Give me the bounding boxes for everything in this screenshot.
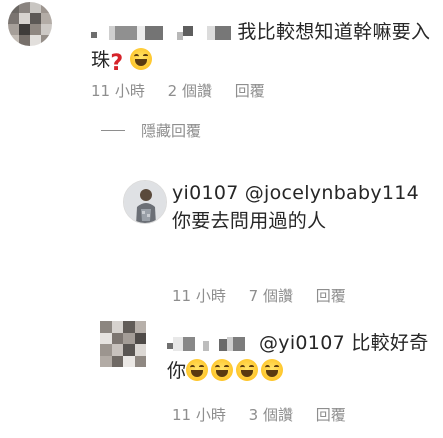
reply-username[interactable]: yi0107 xyxy=(172,182,239,204)
mention-link[interactable]: @yi0107 xyxy=(259,332,345,354)
laughing-emoji-icon xyxy=(130,48,153,70)
reply-body-1: yi0107 @jocelynbaby114 你要去問用過的人 xyxy=(172,179,437,235)
reply-meta-2: 11 小時 3 個讚 回覆 xyxy=(172,404,364,425)
hide-replies-label: 隱藏回覆 xyxy=(141,122,202,140)
reply-body-2: @yi0107 比較好奇你 xyxy=(167,329,437,385)
comment-body: 我比較想知道幹嘛要入珠? xyxy=(91,18,436,75)
reply-button[interactable]: 回覆 xyxy=(316,287,346,305)
comment-likes[interactable]: 2 個讚 xyxy=(168,82,212,100)
divider-line xyxy=(101,130,125,131)
blurred-username[interactable] xyxy=(167,336,259,351)
reply-timestamp[interactable]: 11 小時 xyxy=(172,406,226,424)
person-avatar-icon xyxy=(124,181,166,223)
reply-avatar-yi0107[interactable] xyxy=(123,180,167,224)
reply-avatar-blurred[interactable] xyxy=(100,321,146,367)
reply-button[interactable]: 回覆 xyxy=(316,406,346,424)
comment-timestamp[interactable]: 11 小時 xyxy=(91,82,145,100)
laughing-emoji-icon xyxy=(261,359,284,381)
question-mark-emoji-icon: ? xyxy=(110,51,124,76)
mention-link[interactable]: @jocelynbaby114 xyxy=(245,182,419,204)
reply-timestamp[interactable]: 11 小時 xyxy=(172,287,226,305)
hide-replies-toggle[interactable]: 隱藏回覆 xyxy=(101,120,201,141)
reply-meta-1: 11 小時 7 個讚 回覆 xyxy=(172,285,364,306)
reply-button[interactable]: 回覆 xyxy=(235,82,265,100)
comment-meta: 11 小時 2 個讚 回覆 xyxy=(91,80,283,101)
commenter-avatar[interactable] xyxy=(8,2,52,46)
laughing-emoji-icon xyxy=(186,359,209,381)
blurred-username[interactable] xyxy=(91,25,231,40)
reply-text: 你要去問用過的人 xyxy=(172,210,327,232)
laughing-emoji-icon xyxy=(236,359,259,381)
reply-likes[interactable]: 3 個讚 xyxy=(249,406,293,424)
laughing-emoji-icon xyxy=(211,359,234,381)
reply-likes[interactable]: 7 個讚 xyxy=(249,287,293,305)
